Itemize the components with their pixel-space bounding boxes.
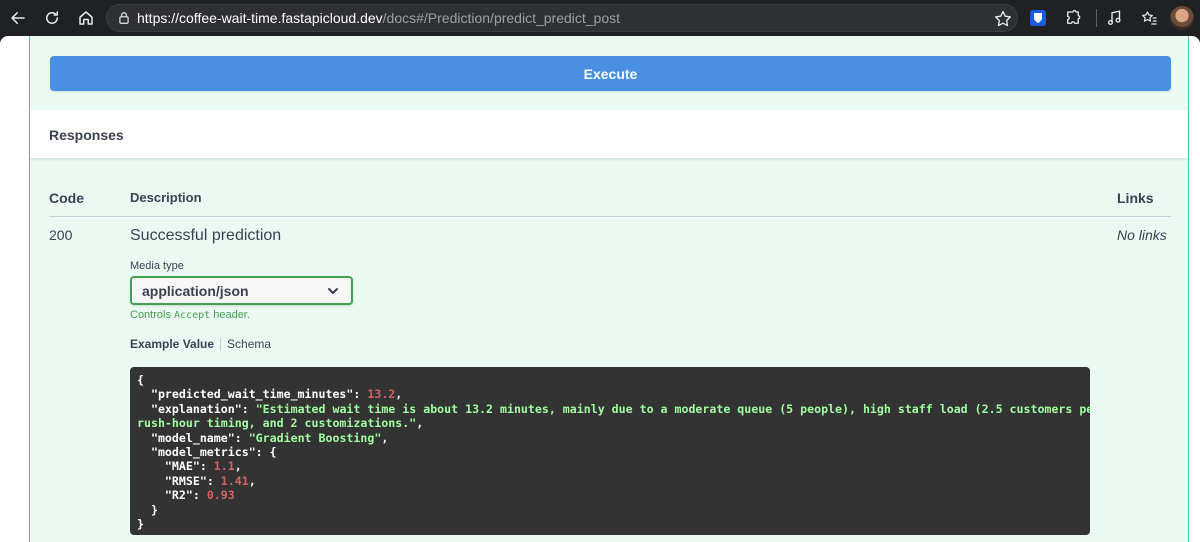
responses-header: Responses	[30, 110, 1188, 159]
tab-schema[interactable]: Schema	[221, 337, 271, 351]
responses-title: Responses	[49, 127, 124, 143]
column-header-links: Links	[1117, 190, 1154, 206]
response-code: 200	[49, 227, 73, 243]
site-info-icon[interactable]	[117, 11, 131, 25]
media-type-select[interactable]: application/json	[130, 276, 353, 305]
browser-toolbar: https://coffee-wait-time.fastapicloud.de…	[0, 0, 1200, 36]
page: Execute Responses Code Description Links…	[0, 36, 1200, 542]
response-links: No links	[1117, 227, 1167, 243]
column-header-code: Code	[49, 190, 84, 206]
table-header-divider	[49, 216, 1171, 217]
example-tabs: Example Value Schema	[130, 337, 271, 351]
address-bar[interactable]: https://coffee-wait-time.fastapicloud.de…	[106, 4, 1018, 32]
execute-button[interactable]: Execute	[50, 56, 1171, 91]
profile-avatar[interactable]	[1170, 6, 1194, 30]
reload-icon[interactable]	[38, 4, 66, 32]
home-icon[interactable]	[72, 4, 100, 32]
url-text: https://coffee-wait-time.fastapicloud.de…	[137, 10, 621, 26]
media-control-icon[interactable]	[1103, 6, 1127, 30]
response-description: Successful prediction	[130, 227, 282, 244]
bookmark-star-icon[interactable]	[993, 9, 1013, 29]
bitwarden-extension-icon[interactable]	[1026, 6, 1050, 30]
favorites-icon[interactable]	[1137, 6, 1161, 30]
media-type-label: Media type	[130, 260, 184, 272]
tab-example-value[interactable]: Example Value	[130, 337, 220, 351]
page-viewport: Execute Responses Code Description Links…	[0, 36, 1200, 542]
chevron-down-icon	[328, 288, 338, 294]
extensions-puzzle-icon[interactable]	[1061, 6, 1085, 30]
back-icon[interactable]	[4, 4, 32, 32]
operation-block-post: Execute Responses Code Description Links…	[29, 36, 1189, 542]
example-json-codeblock[interactable]: { "predicted_wait_time_minutes": 13.2, "…	[130, 367, 1090, 535]
toolbar-separator	[1096, 9, 1097, 27]
column-header-description: Description	[130, 190, 202, 205]
media-type-value: application/json	[142, 283, 249, 299]
controls-accept-note: Controls Accept header.	[130, 309, 250, 321]
